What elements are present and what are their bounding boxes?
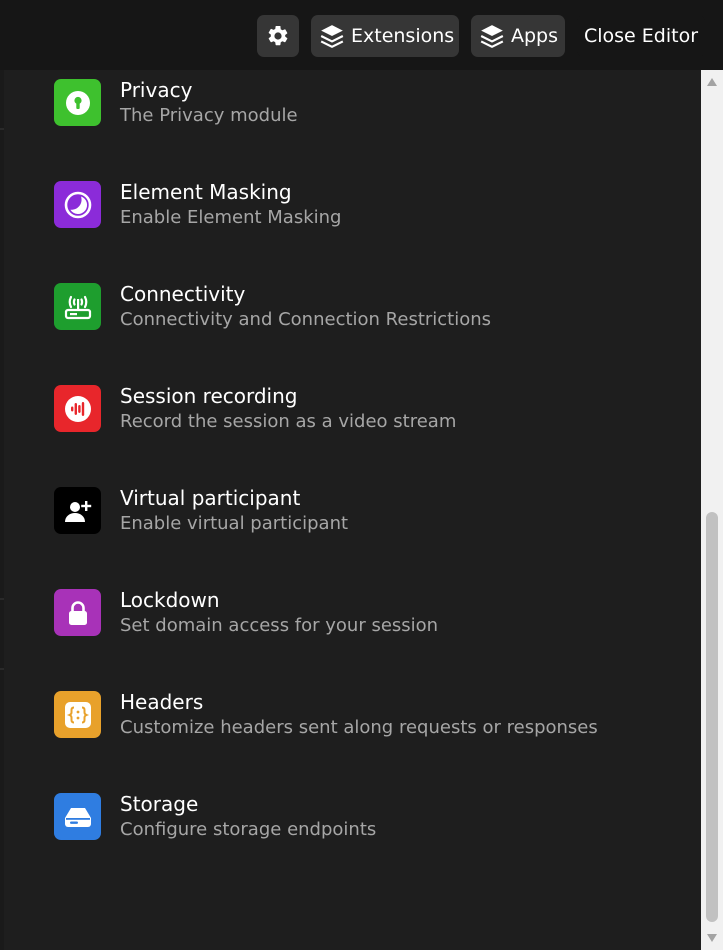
drive-icon (54, 793, 101, 840)
module-storage[interactable]: Storage Configure storage endpoints (54, 784, 674, 844)
module-title: Storage (120, 792, 199, 816)
module-description: Configure storage endpoints (120, 819, 377, 840)
module-virtual-participant[interactable]: Virtual participant Enable virtual parti… (54, 478, 674, 538)
scroll-down-arrow-icon[interactable] (701, 928, 723, 948)
keyhole-icon (54, 79, 101, 126)
scrollbar-thumb[interactable] (706, 512, 718, 922)
module-session-recording[interactable]: Session recording Record the session as … (54, 376, 674, 436)
layers-icon (479, 23, 505, 49)
module-title: Lockdown (120, 588, 220, 612)
module-description: Connectivity and Connection Restrictions (120, 309, 492, 330)
module-description: Enable virtual participant (120, 513, 349, 534)
extensions-label: Extensions (351, 25, 455, 47)
add-user-icon (54, 487, 101, 534)
extensions-button[interactable]: Extensions (311, 15, 459, 57)
module-description: Enable Element Masking (120, 207, 342, 228)
moon-icon (54, 181, 101, 228)
module-connectivity[interactable]: Connectivity Connectivity and Connection… (54, 274, 674, 334)
module-list: Privacy The Privacy module Element Maski… (0, 70, 700, 950)
settings-button[interactable] (257, 15, 299, 57)
module-headers[interactable]: Headers Customize headers sent along req… (54, 682, 674, 742)
module-description: The Privacy module (120, 105, 298, 126)
lock-icon (54, 589, 101, 636)
module-lockdown[interactable]: Lockdown Set domain access for your sess… (54, 580, 674, 640)
module-description: Set domain access for your session (120, 615, 439, 636)
module-title: Headers (120, 690, 204, 714)
module-title: Element Masking (120, 180, 292, 204)
apps-label: Apps (511, 25, 559, 47)
module-title: Session recording (120, 384, 298, 408)
gear-icon (266, 24, 290, 48)
module-title: Connectivity (120, 282, 246, 306)
vertical-scrollbar[interactable] (701, 70, 723, 950)
layers-icon (319, 23, 345, 49)
module-element-masking[interactable]: Element Masking Enable Element Masking (54, 172, 674, 232)
close-editor-button[interactable]: Close Editor (577, 15, 705, 57)
module-description: Customize headers sent along requests or… (120, 717, 598, 738)
scroll-up-arrow-icon[interactable] (701, 72, 723, 92)
braces-icon (54, 691, 101, 738)
close-editor-label: Close Editor (583, 25, 699, 47)
router-icon (54, 283, 101, 330)
module-title: Privacy (120, 78, 193, 102)
editor-app: Extensions Apps Close Editor Privacy The… (0, 0, 723, 950)
module-title: Virtual participant (120, 486, 301, 510)
module-privacy[interactable]: Privacy The Privacy module (54, 70, 674, 130)
module-description: Record the session as a video stream (120, 411, 457, 432)
top-toolbar: Extensions Apps Close Editor (0, 0, 723, 70)
apps-button[interactable]: Apps (471, 15, 565, 57)
audio-wave-icon (54, 385, 101, 432)
